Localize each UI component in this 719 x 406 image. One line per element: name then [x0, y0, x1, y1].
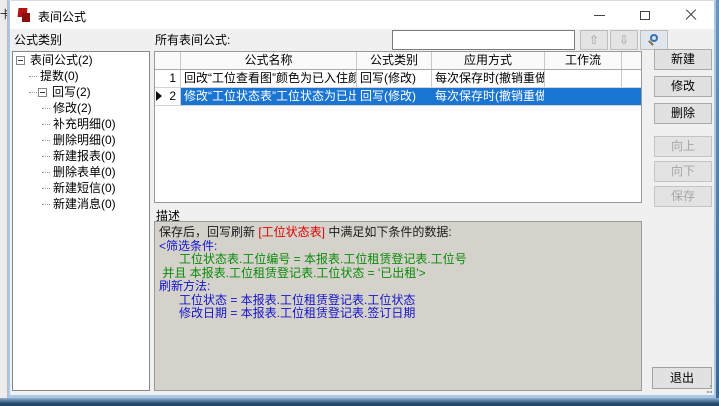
search-button[interactable] [640, 30, 668, 50]
screen: 卡 表间公式 公式类别 所有表间公式: ⇧ ⇩ 表间公式(2) 提数(0) 回写(2… [0, 0, 719, 406]
resize-grip[interactable] [704, 385, 712, 393]
formula-category-cell: 回写(修改) [357, 88, 432, 105]
background-window-edge: 卡 [0, 0, 8, 398]
tree-item-label: 表间公式(2) [28, 53, 93, 67]
tree-item[interactable]: 新建短信(0) [13, 180, 149, 196]
description-line: 修改日期 = 本报表.工位租赁登记表.签订日期 [159, 307, 637, 321]
workflow-cell [545, 70, 622, 87]
maximize-button[interactable] [622, 1, 668, 29]
description-panel: 保存后，回写刷新 [工位状态表] 中满足如下条件的数据:<筛选条件: 工位状态表… [154, 221, 642, 391]
selected-row-marker-icon [156, 91, 162, 101]
move-up-arrow-button[interactable]: ⇧ [580, 30, 608, 50]
search-icon [648, 34, 660, 46]
column-header [622, 52, 641, 69]
background-strip [0, 398, 719, 406]
save-button: 保存 [654, 186, 712, 207]
description-line: 工位状态表.工位编号 = 本报表.工位租赁登记表.工位号 [159, 253, 637, 267]
table-row[interactable]: 2修改“工位状态表”工位状态为已出租回写(修改)每次保存时(撤销重做保 [155, 88, 641, 106]
tree-item[interactable]: 提数(0) [13, 68, 149, 84]
close-icon [685, 9, 697, 21]
minimize-button[interactable] [576, 1, 622, 29]
move-down-arrow-button[interactable]: ⇩ [610, 30, 638, 50]
new-button[interactable]: 新建 [654, 49, 712, 70]
tree-item-label: 删除表单(0) [51, 165, 116, 179]
tree-item-label: 修改(2) [51, 101, 92, 115]
up-arrow-icon: ⇧ [589, 33, 599, 47]
formula-name-cell: 回改“工位查看图”颜色为已入住颜色 [181, 70, 357, 87]
tree-item-label: 新建短信(0) [51, 181, 116, 195]
row-number-cell: 1 [155, 70, 181, 87]
tree-item-label: 新建消息(0) [51, 197, 116, 211]
down-arrow-icon: ⇩ [619, 33, 629, 47]
row-number-cell: 2 [155, 88, 181, 105]
description-line: 保存后，回写刷新 [工位状态表] 中满足如下条件的数据: [159, 226, 637, 240]
tree-item[interactable]: 删除表单(0) [13, 164, 149, 180]
column-header: 公式类别 [357, 52, 432, 69]
tree-item[interactable]: 新建报表(0) [13, 148, 149, 164]
tree-item-label: 提数(0) [38, 69, 79, 83]
tree-item[interactable]: 修改(2) [13, 100, 149, 116]
all-formulas-label: 所有表间公式: [155, 31, 230, 48]
tree-item[interactable]: 表间公式(2) [13, 52, 149, 68]
window-title: 表间公式 [38, 8, 86, 25]
tree-item[interactable]: 新建消息(0) [13, 196, 149, 212]
minimize-icon [594, 15, 605, 16]
tree-item[interactable]: 补充明细(0) [13, 116, 149, 132]
move-down-button: 向下 [654, 161, 712, 182]
tree-item-label: 删除明细(0) [51, 133, 116, 147]
formula-name-cell: 修改“工位状态表”工位状态为已出租 [181, 88, 357, 105]
delete-button[interactable]: 删除 [654, 103, 712, 124]
dialog-window: 表间公式 公式类别 所有表间公式: ⇧ ⇩ 表间公式(2) 提数(0) 回写(2) 修… [8, 0, 716, 398]
formula-category-cell: 回写(修改) [357, 70, 432, 87]
spacer-cell [622, 70, 641, 87]
description-line: <筛选条件: [159, 240, 637, 254]
description-line: 并且 本报表.工位租赁登记表.工位状态 = '已出租'> [159, 267, 637, 281]
move-up-button: 向上 [654, 136, 712, 157]
tree-item-label: 补充明细(0) [51, 117, 116, 131]
maximize-icon [640, 11, 650, 20]
workflow-cell [545, 88, 622, 105]
background-text-fragment: 卡 [0, 6, 8, 22]
search-input[interactable] [392, 30, 575, 50]
title-bar: 表间公式 [10, 1, 714, 29]
collapse-icon[interactable] [38, 88, 47, 97]
formula-table: 公式名称公式类别应用方式工作流1回改“工位查看图”颜色为已入住颜色回写(修改)每… [154, 51, 642, 203]
tree-item[interactable]: 回写(2) [13, 84, 149, 100]
spacer-cell [622, 88, 641, 105]
column-header [155, 52, 181, 69]
tree-item-label: 新建报表(0) [51, 149, 116, 163]
apply-mode-cell: 每次保存时(撤销重做保 [432, 70, 545, 87]
tree-item[interactable]: 删除明细(0) [13, 132, 149, 148]
close-button[interactable] [668, 1, 714, 29]
table-row[interactable]: 1回改“工位查看图”颜色为已入住颜色回写(修改)每次保存时(撤销重做保 [155, 70, 641, 88]
modify-button[interactable]: 修改 [654, 76, 712, 97]
collapse-icon[interactable] [16, 56, 25, 65]
app-icon [18, 8, 31, 22]
exit-button[interactable]: 退出 [652, 367, 712, 389]
column-header: 公式名称 [181, 52, 357, 69]
column-header: 工作流 [545, 52, 622, 69]
table-header-row: 公式名称公式类别应用方式工作流 [155, 52, 641, 70]
apply-mode-cell: 每次保存时(撤销重做保 [432, 88, 545, 105]
category-label: 公式类别 [14, 31, 62, 48]
column-header: 应用方式 [432, 52, 545, 69]
description-line: 刷新方法: [159, 280, 637, 294]
category-tree: 表间公式(2) 提数(0) 回写(2) 修改(2) 补充明细(0) 删除明细(0) 新建报表… [12, 51, 150, 391]
description-line: 工位状态 = 本报表.工位租赁登记表.工位状态 [159, 294, 637, 308]
tree-item-label: 回写(2) [50, 85, 91, 99]
